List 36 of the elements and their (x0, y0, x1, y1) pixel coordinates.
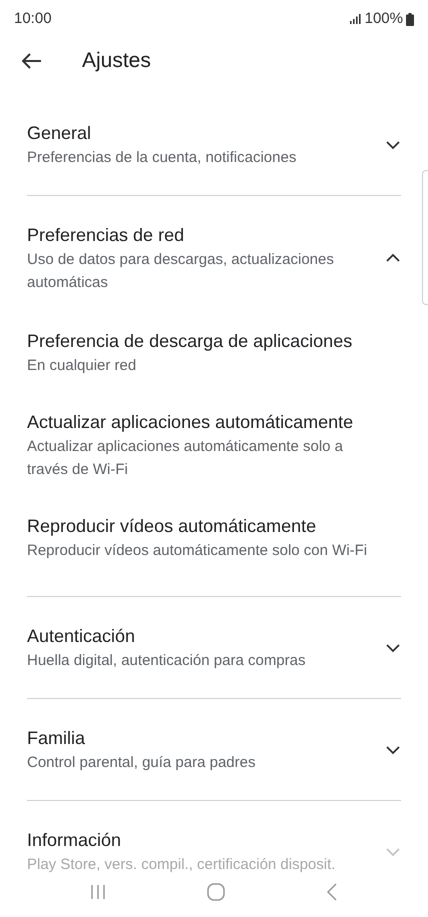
chevron-down-icon (385, 642, 401, 652)
back-nav-icon[interactable] (326, 883, 338, 901)
settings-section[interactable]: General Preferencias de la cuenta, notificaciones (27, 94, 401, 195)
section-title: Familia (27, 727, 86, 750)
chevron-up-icon (385, 253, 401, 263)
status-time: 10:00 (14, 8, 52, 29)
item-title: Actualizar aplicaciones automáticamente (27, 411, 354, 434)
page-title: Ajustes (82, 48, 151, 74)
section-subtitle: Preferencias de la cuenta, notificaciones (27, 148, 296, 168)
home-icon[interactable] (206, 883, 225, 901)
section-title: General (27, 122, 92, 145)
settings-section[interactable]: Autenticación Huella digital, autenticación para compras (27, 597, 401, 698)
item-subtitle: Reproducir vídeos automáticamente solo con Wi-Fi (27, 541, 368, 561)
section-title: Autenticación (27, 625, 136, 648)
section-subtitle: Huella digital, autenticación para compras (27, 651, 306, 671)
item-title: Preferencia de descarga de aplicaciones (27, 330, 354, 353)
battery-percent: 100% (364, 8, 403, 29)
section-title: Información (27, 829, 122, 852)
settings-section[interactable]: Familia Control parental, guía para padres (27, 699, 401, 800)
chevron-down-icon (385, 744, 401, 754)
section-subtitle: Uso de datos para descargas, actualizaciones automáticas (27, 250, 335, 293)
item-subtitle: Actualizar aplicaciones automáticamente solo a través de Wi-Fi (27, 437, 344, 480)
chevron-down-icon (385, 140, 401, 150)
settings-item[interactable]: Reproducir vídeos automáticamente Reproducir vídeos automáticamente solo con Wi-Fi (27, 497, 401, 578)
battery-icon (406, 12, 414, 26)
settings-section[interactable]: Información Play Store, vers. compil., certificación disposit. (27, 801, 401, 902)
chevron-down-icon (385, 846, 401, 856)
section-subtitle: Control parental, guía para padres (27, 753, 256, 773)
recent-apps-icon[interactable] (90, 884, 106, 900)
section-title: Preferencias de red (27, 224, 186, 247)
item-subtitle: En cualquier red (27, 356, 138, 376)
settings-item[interactable]: Actualizar aplicaciones automáticamente Actualizar aplicaciones automáticamente solo a través de Wi-Fi (27, 393, 401, 497)
item-title: Reproducir vídeos automáticamente (27, 515, 318, 538)
signal-icon (350, 14, 362, 24)
section-subtitle: Play Store, vers. compil., certificación disposit. (27, 855, 336, 875)
back-arrow-icon (22, 53, 42, 69)
